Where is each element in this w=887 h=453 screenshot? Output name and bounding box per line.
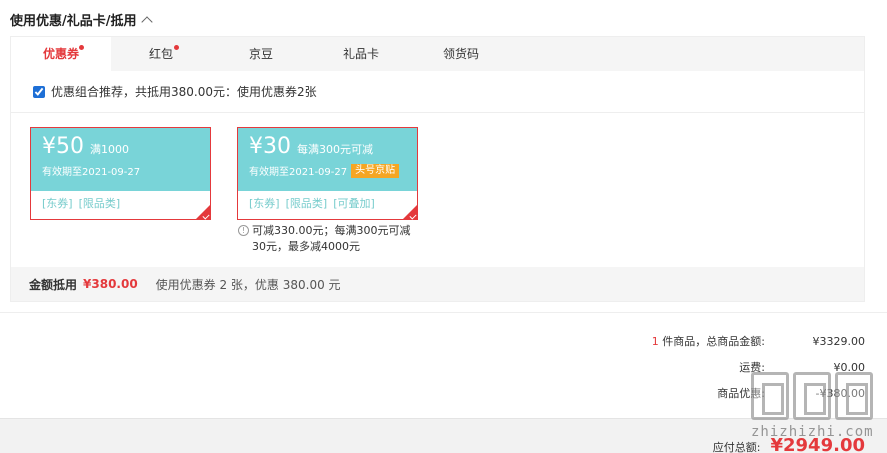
tab-jingdou[interactable]: 京豆 bbox=[211, 37, 311, 71]
combo-recommendation: 优惠组合推荐，共抵用380.00元：使用优惠券2张 bbox=[11, 71, 864, 113]
payable-label: 应付总额: bbox=[712, 441, 761, 453]
section-title-text: 使用优惠/礼品卡/抵用 bbox=[10, 14, 137, 29]
tab-coupon[interactable]: 优惠券 bbox=[11, 37, 111, 71]
info-icon: ! bbox=[238, 225, 249, 236]
tab-jingdou-label: 京豆 bbox=[248, 47, 273, 61]
coupon-note-text: 可减330.00元；每满300元可减30元，最多减4000元 bbox=[252, 224, 411, 253]
coupon-note: ! 可减330.00元；每满300元可减30元，最多减4000元 bbox=[238, 223, 418, 255]
summary-desc: 使用优惠券 2 张，优惠 380.00 元 bbox=[155, 277, 341, 292]
new-dot-icon bbox=[79, 45, 84, 50]
coupon-list: ¥50 满1000 有效期至2021-09-27 [东券] [限品类] ¥30 … bbox=[11, 113, 864, 263]
coupon-condition: 满1000 bbox=[90, 143, 129, 156]
tab-gift-card[interactable]: 礼品卡 bbox=[311, 37, 411, 71]
combo-text: 优惠组合推荐，共抵用380.00元：使用优惠券2张 bbox=[51, 85, 317, 99]
chevron-up-icon[interactable] bbox=[140, 15, 153, 28]
coupon-amount: ¥30 bbox=[249, 134, 291, 159]
combo-checkbox[interactable] bbox=[33, 85, 45, 98]
tab-redeem-code[interactable]: 领货码 bbox=[411, 37, 511, 71]
coupon-badge: 头号京贴 bbox=[351, 163, 400, 178]
coupon-tag: [东券] bbox=[249, 197, 280, 210]
payable-bar: 应付总额: ¥2949.00 bbox=[0, 418, 887, 453]
coupon-tag: [限品类] bbox=[285, 197, 328, 210]
tab-redeem-code-label: 领货码 bbox=[442, 47, 479, 61]
coupon-valid: 有效期至2021-09-27 bbox=[42, 167, 141, 178]
shipping-label: 运费: bbox=[739, 361, 765, 374]
coupon-condition: 每满300元可减 bbox=[297, 143, 373, 156]
summary-label: 金额抵用 bbox=[29, 277, 78, 292]
tab-gift-card-label: 礼品卡 bbox=[342, 47, 379, 61]
new-dot-icon bbox=[174, 45, 179, 50]
goods-total-value: ¥3329.00 bbox=[812, 334, 866, 348]
coupon-tag: [限品类] bbox=[78, 197, 121, 210]
shipping-value: ¥0.00 bbox=[833, 360, 866, 374]
section-title[interactable]: 使用优惠/礼品卡/抵用 bbox=[10, 10, 153, 29]
discount-label: 商品优惠: bbox=[717, 387, 765, 400]
summary-amount: ¥380.00 bbox=[83, 277, 138, 291]
goods-total-label: 1 件商品，总商品金额: bbox=[575, 333, 775, 349]
discount-panel: 优惠券 红包 京豆 礼品卡 领货码 优惠组合推荐，共抵用380.00元：使用优惠… bbox=[10, 36, 865, 302]
coupon-amount: ¥50 bbox=[42, 134, 84, 159]
tab-bar: 优惠券 红包 京豆 礼品卡 领货码 bbox=[11, 37, 864, 71]
item-count: 1 bbox=[651, 335, 659, 348]
payable-value: ¥2949.00 bbox=[770, 435, 865, 453]
tab-red-packet-label: 红包 bbox=[148, 47, 173, 61]
discount-summary: 金额抵用 ¥380.00 使用优惠券 2 张，优惠 380.00 元 bbox=[11, 267, 864, 301]
coupon-tag: [东券] bbox=[42, 197, 73, 210]
tab-red-packet[interactable]: 红包 bbox=[111, 37, 211, 71]
coupon-card[interactable]: ¥30 每满300元可减 有效期至2021-09-27 头号京贴 [东券] [限… bbox=[237, 127, 418, 220]
divider bbox=[0, 312, 887, 313]
tab-coupon-label: 优惠券 bbox=[42, 47, 79, 61]
discount-value: -¥380.00 bbox=[815, 386, 865, 400]
coupon-card[interactable]: ¥50 满1000 有效期至2021-09-27 [东券] [限品类] bbox=[30, 127, 211, 220]
coupon-tag: [可叠加] bbox=[333, 197, 375, 210]
coupon-valid: 有效期至2021-09-27 bbox=[249, 167, 348, 178]
order-totals: 1 件商品，总商品金额: ¥3329.00 运费: ¥0.00 商品优惠: -¥… bbox=[565, 328, 865, 406]
goods-label-text: 件商品，总商品金额: bbox=[658, 335, 765, 348]
